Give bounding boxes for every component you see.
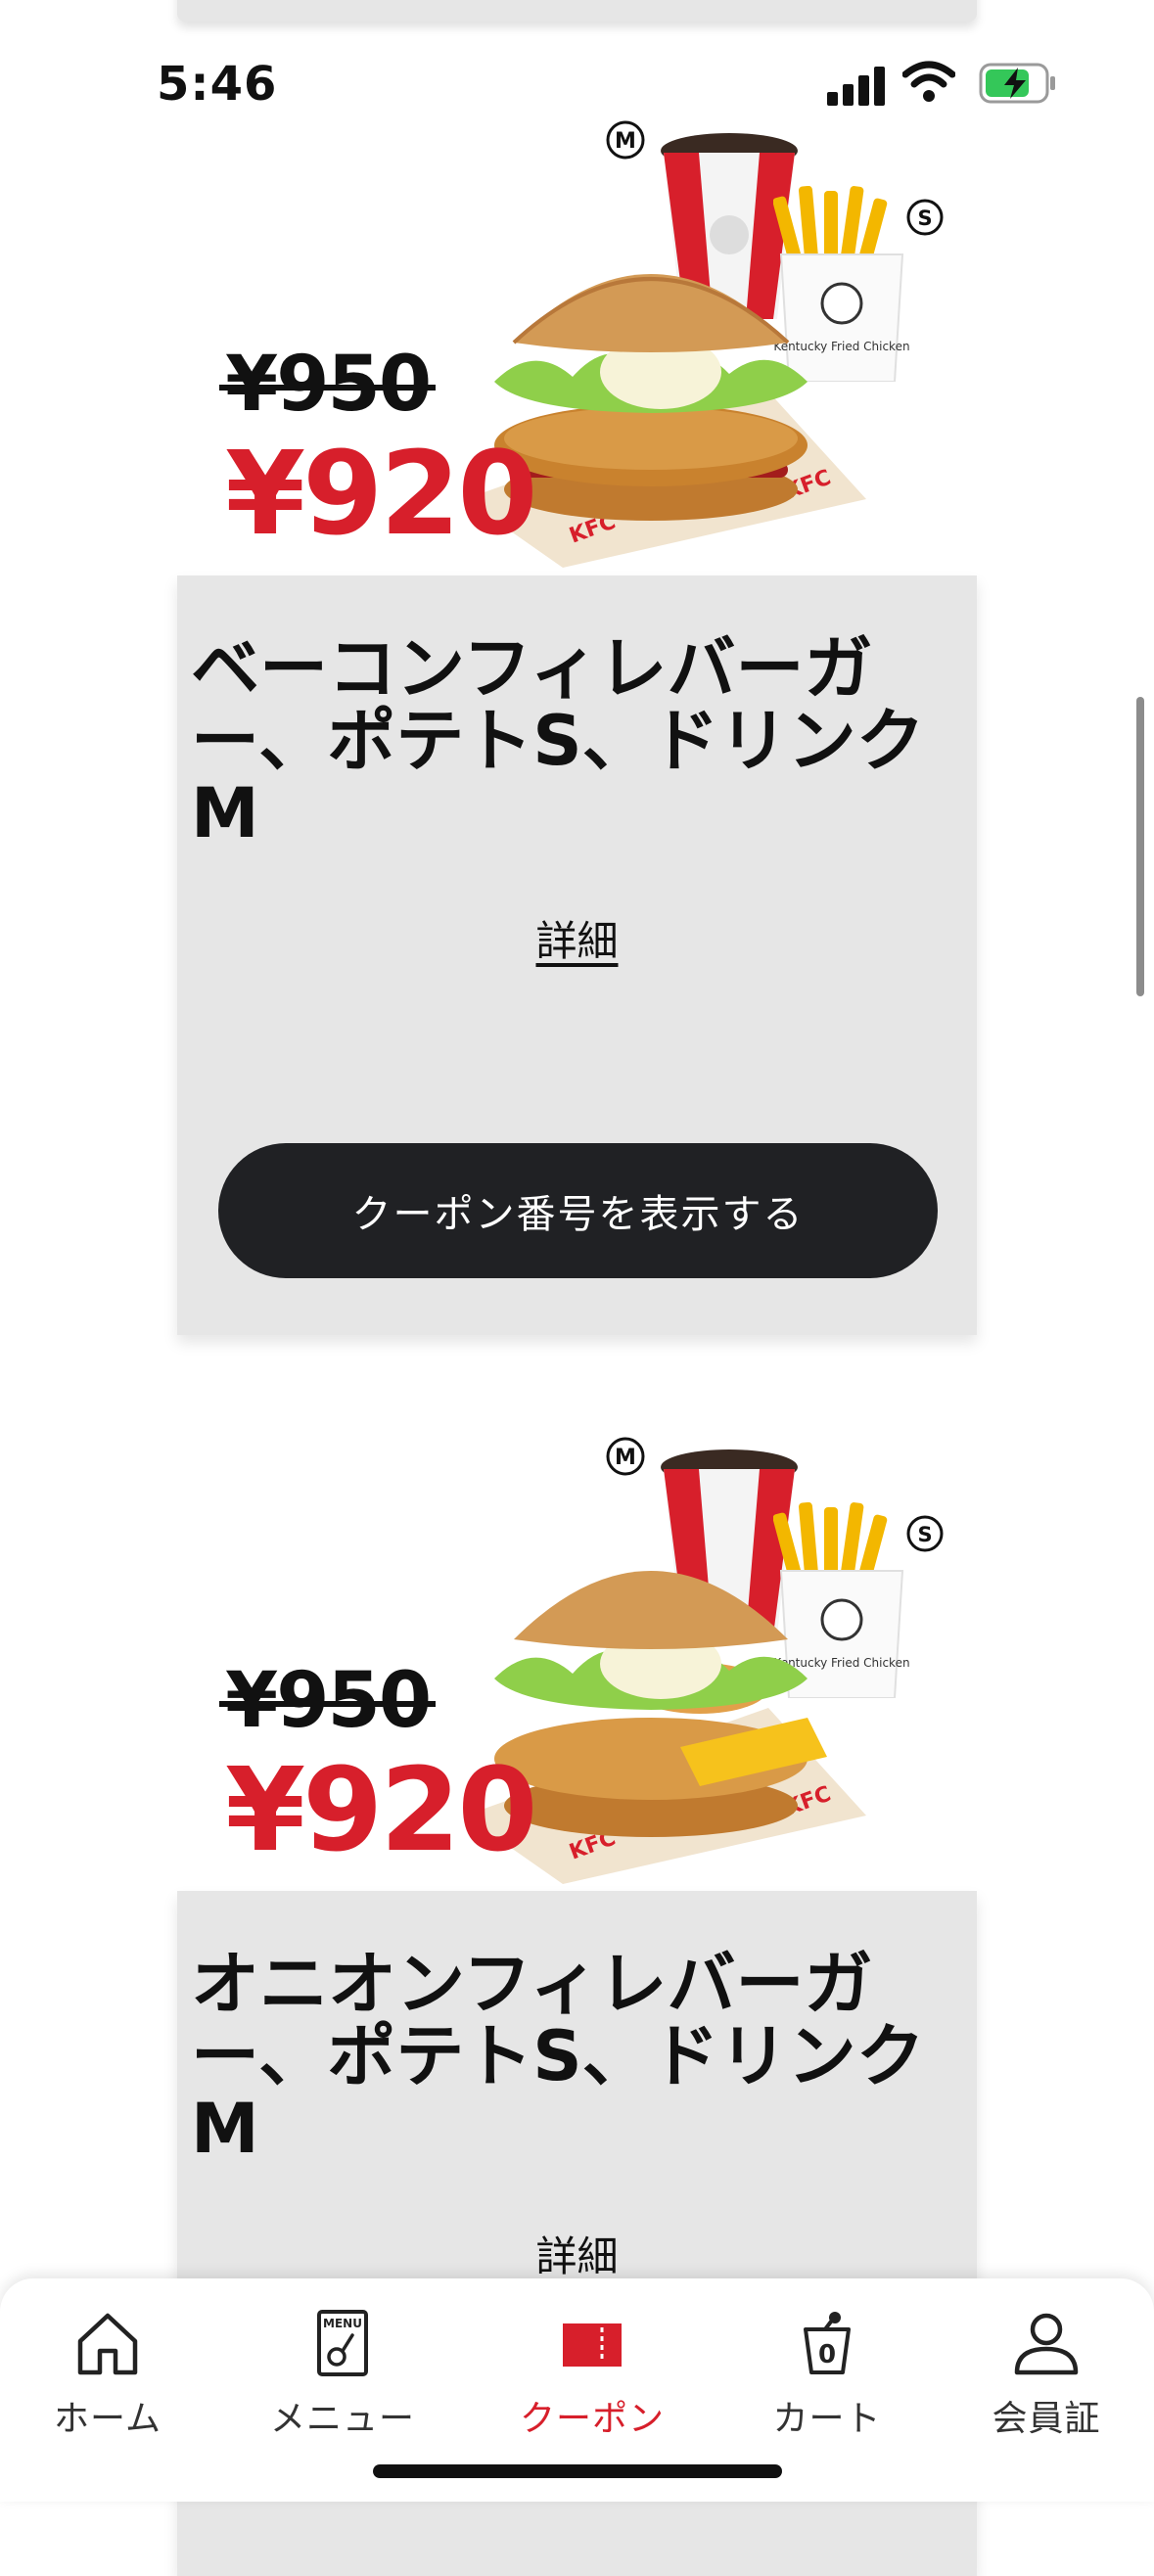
coupon-detail-link[interactable]: 詳細	[177, 2224, 977, 2283]
nav-label: カート	[772, 2399, 882, 2439]
battery-charging-icon	[979, 63, 1055, 104]
member-icon	[1014, 2313, 1079, 2375]
status-time: 5:46	[157, 57, 278, 112]
scrollbar[interactable]	[1136, 697, 1144, 996]
nav-label: メニュー	[269, 2399, 415, 2439]
coupon-title: ベーコンフィレバーガー、ポテトS、ドリンクM	[191, 628, 925, 853]
svg-text:M: M	[615, 129, 636, 154]
nav-member[interactable]: 会員証	[948, 2308, 1144, 2441]
home-indicator[interactable]	[373, 2464, 782, 2478]
svg-text:M: M	[615, 1446, 636, 1470]
svg-text:MENU: MENU	[323, 2317, 362, 2330]
coupon-icon	[563, 2323, 622, 2367]
coupon-detail-link[interactable]: 詳細	[177, 908, 977, 968]
nav-label: クーポン	[519, 2399, 665, 2439]
home-icon	[77, 2313, 138, 2375]
previous-coupon-card	[177, 0, 977, 22]
original-price: ¥950	[218, 341, 437, 429]
nav-label: ホーム	[54, 2399, 162, 2439]
nav-menu[interactable]: MENU メニュー	[245, 2308, 440, 2441]
coupon-image-1: M Kentucky Fried Chicken S KFC KFC ¥950 …	[196, 108, 979, 568]
nav-label: 会員証	[992, 2399, 1101, 2439]
coupon-image-2: M Kentucky Fried Chicken S KFC KFC ¥950 …	[196, 1424, 979, 1884]
menu-icon: MENU	[317, 2310, 368, 2376]
nav-cart[interactable]: 0 カート	[729, 2308, 925, 2441]
svg-text:S: S	[917, 1523, 932, 1546]
cart-icon: 0	[804, 2312, 851, 2374]
size-m-icon: M	[606, 1437, 645, 1476]
original-price: ¥950	[218, 1657, 437, 1745]
discount-price: ¥920	[225, 1742, 537, 1877]
cellular-signal-icon	[827, 63, 888, 106]
svg-text:0: 0	[818, 2340, 836, 2369]
svg-text:S: S	[917, 207, 932, 230]
size-m-icon: M	[606, 120, 645, 160]
show-coupon-number-button[interactable]: クーポン番号を表示する	[218, 1143, 938, 1278]
wifi-icon	[902, 61, 955, 102]
discount-price: ¥920	[225, 426, 537, 561]
nav-coupon[interactable]: クーポン	[494, 2308, 690, 2441]
size-s-icon: S	[906, 1515, 944, 1552]
nav-home[interactable]: ホーム	[10, 2308, 206, 2441]
size-s-icon: S	[906, 199, 944, 236]
coupon-title: オニオンフィレバーガー、ポテトS、ドリンクM	[191, 1944, 925, 2169]
coupon-card-1: ベーコンフィレバーガー、ポテトS、ドリンクM 詳細 クーポン番号を表示する	[177, 575, 977, 1335]
